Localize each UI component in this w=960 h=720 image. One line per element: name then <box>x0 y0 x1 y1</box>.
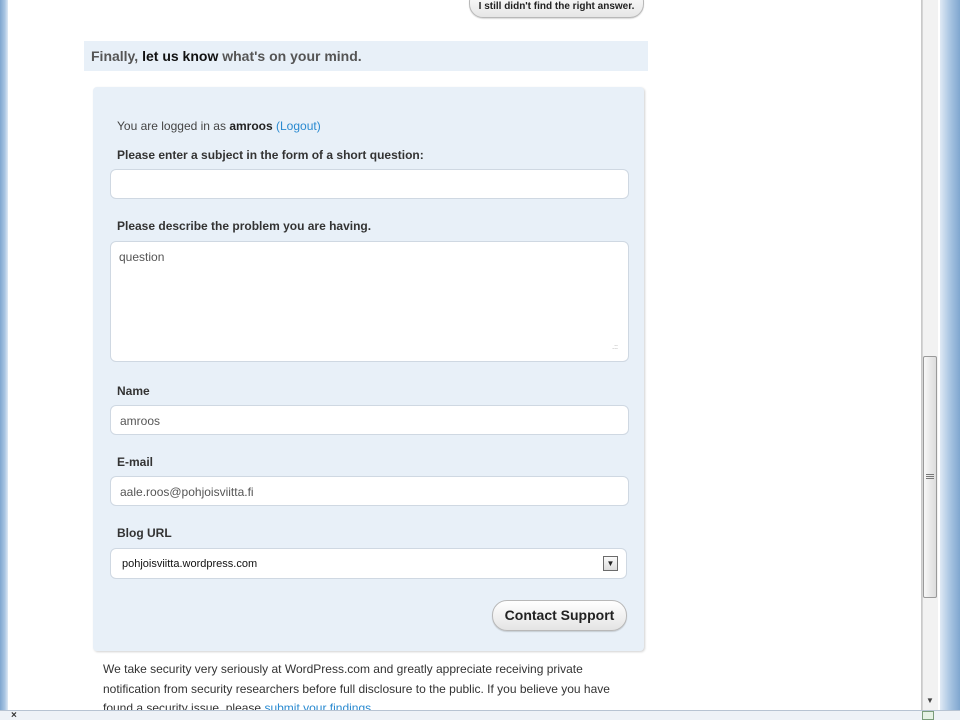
contact-support-button[interactable]: Contact Support <box>492 600 627 631</box>
close-icon[interactable]: × <box>11 710 17 720</box>
logout-link[interactable]: (Logout) <box>276 119 321 133</box>
status-bar <box>0 710 960 720</box>
page-heading: Finally, let us know what's on your mind… <box>91 48 362 64</box>
name-label: Name <box>117 384 150 398</box>
window-right-frame <box>940 0 960 710</box>
heading-part-1: Finally, <box>91 48 143 64</box>
chevron-down-icon[interactable]: ▼ <box>603 556 618 571</box>
scroll-down-arrow-icon[interactable]: ▼ <box>924 696 936 706</box>
blog-url-select[interactable]: pohjoisviitta.wordpress.com <box>110 548 627 579</box>
submit-findings-link[interactable]: submit your findings <box>264 701 371 710</box>
logged-in-line: You are logged in as amroos (Logout) <box>117 119 321 133</box>
description-label: Please describe the problem you are havi… <box>117 219 372 233</box>
still-not-found-button[interactable]: I still didn't find the right answer. <box>469 0 644 18</box>
heading-part-3: what's on your mind. <box>218 48 362 64</box>
window-left-frame <box>0 0 8 710</box>
blog-url-label: Blog URL <box>117 526 172 540</box>
email-input[interactable]: aale.roos@pohjoisviitta.fi <box>110 476 629 506</box>
username: amroos <box>229 119 273 133</box>
name-input[interactable]: amroos <box>110 405 629 435</box>
vertical-scrollbar[interactable] <box>922 0 938 710</box>
scrollbar-grip-icon <box>926 474 934 480</box>
security-notice: We take security very seriously at WordP… <box>103 660 643 710</box>
subject-label: Please enter a subject in the form of a … <box>117 148 424 162</box>
status-indicator-icon <box>922 711 934 720</box>
resize-grip-icon[interactable]: .:: <box>608 343 618 353</box>
subject-input[interactable] <box>110 169 629 199</box>
logged-in-prefix: You are logged in as <box>117 119 230 133</box>
description-textarea[interactable]: question <box>110 241 629 362</box>
email-label: E-mail <box>117 455 154 469</box>
heading-part-2: let us know <box>142 48 219 64</box>
